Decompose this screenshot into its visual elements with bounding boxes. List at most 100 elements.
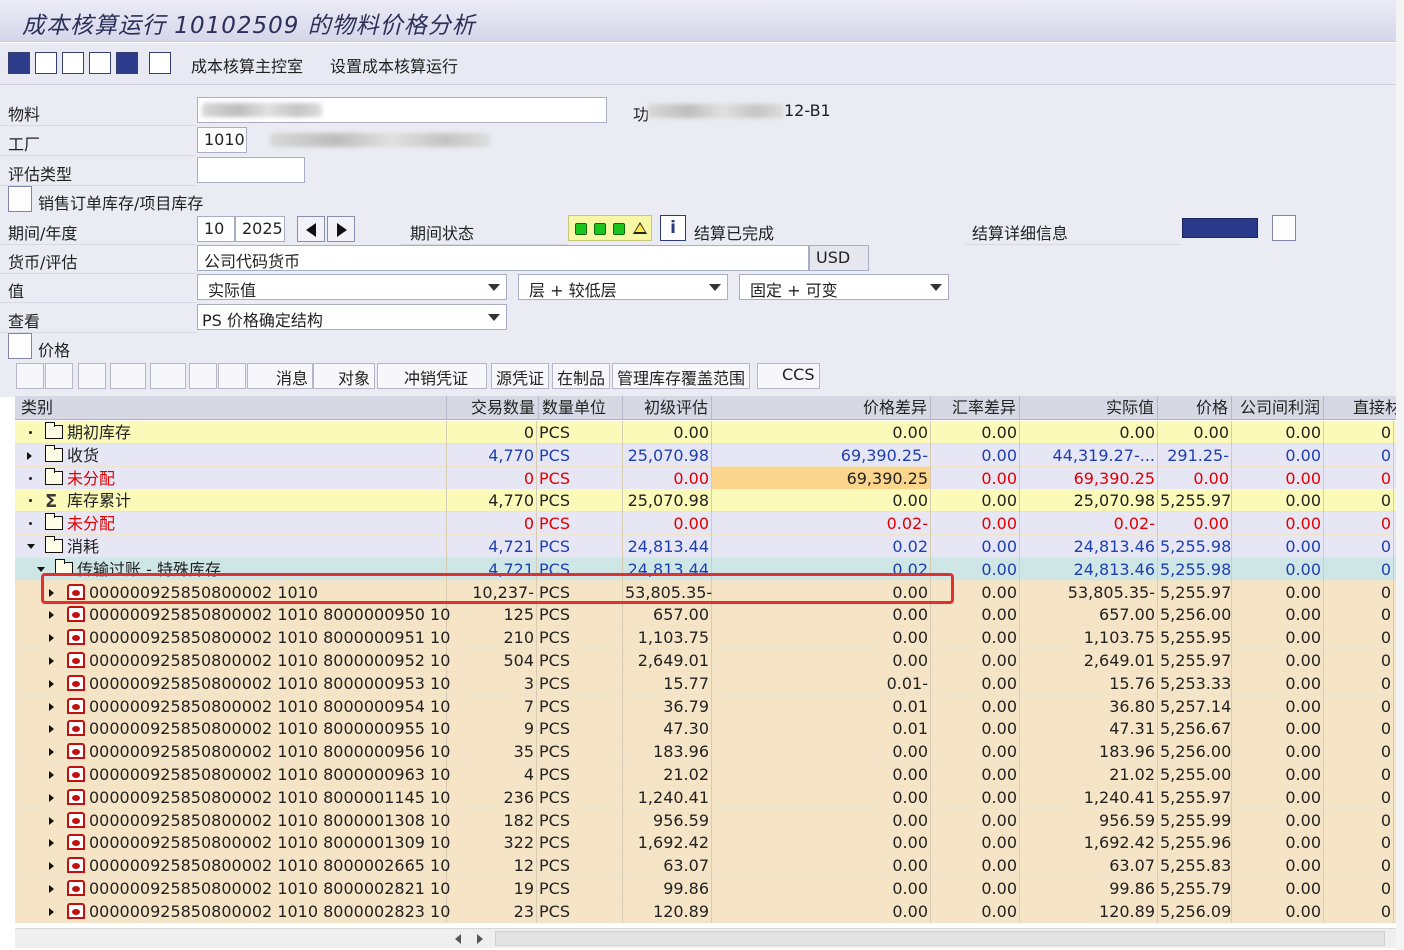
details-icon[interactable] [149, 52, 171, 74]
col-exchange-difference[interactable]: 汇率差异 [931, 396, 1020, 420]
category-cell: 消耗 [15, 535, 447, 558]
col-price-difference[interactable]: 价格差异 [712, 396, 931, 420]
expand-node-icon[interactable] [49, 885, 54, 893]
expand-node-icon[interactable] [49, 588, 54, 597]
table-row[interactable]: 000000925850800002 1010 8000001145 10 236… [15, 785, 1396, 809]
next-period-button[interactable] [327, 216, 355, 242]
expand-node-icon[interactable] [49, 657, 54, 665]
collapse-all-icon[interactable] [45, 363, 73, 389]
print-menu-icon[interactable] [110, 363, 146, 389]
col-price[interactable]: 价格 [1158, 396, 1232, 420]
qty-cell: 4,770 [447, 489, 537, 513]
table-row[interactable]: 000000925850800002 1010 8000002823 10 23 P… [15, 899, 1396, 923]
wip-button[interactable]: 在制品 [552, 363, 611, 389]
col-unit[interactable]: 数量单位 [539, 396, 623, 420]
info-icon[interactable]: i [660, 215, 686, 241]
menu-costing-cockpit[interactable]: 成本核算主控室 [191, 53, 303, 77]
valuation-type-field[interactable] [197, 157, 305, 183]
currency-type-field[interactable]: 公司代码货币 [197, 245, 809, 271]
table-row[interactable]: 收货 4,770 PCS 25,070.98 69,390.25- 0.00 44,319.… [15, 443, 1396, 467]
table-row[interactable]: 000000925850800002 1010 8000001308 10 182… [15, 808, 1396, 832]
expand-node-icon[interactable] [49, 611, 54, 620]
scroll-left-icon[interactable] [455, 934, 461, 944]
hierarchy-icon[interactable] [62, 52, 84, 74]
view-select[interactable]: PS 价格确定结构 [197, 304, 507, 330]
col-actual-value[interactable]: 实际值 [1020, 396, 1158, 420]
list-icon[interactable] [35, 52, 57, 74]
hierarchy-icon[interactable] [218, 363, 246, 389]
table-row[interactable]: 000000925850800002 1010 8000000954 10 7 PC… [15, 694, 1396, 718]
icprofit-cell: 0.00 [1232, 671, 1324, 695]
table-row[interactable]: 000000925850800002 1010 8000000952 10 504… [15, 649, 1396, 672]
save-icon[interactable] [78, 363, 106, 389]
source-document-button[interactable]: 源凭证 [491, 363, 550, 389]
refresh-icon[interactable] [8, 52, 30, 74]
year-field[interactable]: 2025 [235, 216, 285, 242]
material-field[interactable] [197, 97, 607, 123]
price-cell: 5,255.97 [1160, 580, 1232, 604]
table-row[interactable]: 000000925850800002 1010 8000000953 10 3 PC… [15, 671, 1396, 695]
ccs-button[interactable]: CCS [757, 363, 820, 389]
expand-node-icon[interactable] [49, 679, 54, 688]
expand-node-icon[interactable] [49, 793, 54, 802]
col-direct-material[interactable]: 直接材 [1324, 396, 1396, 420]
stock-coverage-button[interactable]: 管理库存覆盖范围 [612, 363, 751, 389]
messages-button[interactable]: 消息 [247, 363, 314, 389]
table-row[interactable]: 期初库存 0 PCS 0.00 0.00 0.00 0.00 0.00 0.00 0 [15, 421, 1396, 444]
expand-node-icon[interactable] [27, 451, 32, 460]
print-icon[interactable] [89, 52, 111, 74]
layout-menu-icon[interactable] [150, 363, 186, 389]
table-row[interactable]: 未分配 0 PCS 0.00 0.02- 0.00 0.02- 0.00 0.00 0 [15, 512, 1396, 536]
period-field[interactable]: 10 [197, 216, 235, 242]
table-row[interactable]: 000000925850800002 1010 8000000951 10 210… [15, 626, 1396, 650]
table-row[interactable]: 000000925850800002 1010 8000000956 10 35 P… [15, 740, 1396, 764]
col-intercompany-profit[interactable]: 公司间利润 [1232, 396, 1324, 420]
grid-icon[interactable] [116, 52, 138, 74]
menu-setup-costing-run[interactable]: 设置成本核算运行 [330, 53, 458, 77]
table-row[interactable]: 000000925850800002 1010 8000000955 10 9 PC… [15, 717, 1396, 741]
save-layout-icon[interactable] [1272, 215, 1296, 241]
value-select[interactable]: 实际值 [197, 274, 507, 300]
expand-node-icon[interactable] [49, 862, 54, 871]
table-row[interactable]: Σ 库存累计 4,770 PCS 25,070.98 0.00 0.00 25,070.98 5… [15, 489, 1396, 513]
horizontal-scrollbar[interactable] [15, 928, 1396, 948]
qty-cell: 210 [447, 626, 537, 650]
find-icon[interactable] [189, 363, 217, 389]
expand-node-icon[interactable] [49, 748, 54, 757]
plant-field[interactable]: 1010 [197, 127, 247, 153]
scroll-right-icon[interactable] [477, 934, 483, 944]
table-row[interactable]: 消耗 4,721 PCS 24,813.44 0.02 0.00 24,813.46 5,25… [15, 535, 1396, 558]
reversal-document-button[interactable]: 冲销凭证 [377, 363, 487, 389]
table-row[interactable]: 未分配 0 PCS 0.00 69,390.25 0.00 69,390.25 0.00 0.0… [15, 466, 1396, 490]
table-row[interactable]: 000000925850800002 1010 8000000950 10 125… [15, 603, 1396, 627]
expand-node-icon[interactable] [49, 839, 54, 848]
scroll-thumb[interactable] [495, 931, 1385, 946]
price-cell: 0.00 [1158, 512, 1232, 536]
col-category[interactable]: 类别 [15, 396, 447, 420]
table-row[interactable]: 000000925850800002 1010 8000001309 10 322… [15, 831, 1396, 855]
fixed-variable-select[interactable]: 固定 + 可变 [739, 274, 949, 300]
expand-node-icon[interactable] [49, 634, 54, 643]
object-button[interactable]: 对象 [313, 363, 376, 389]
expand-all-icon[interactable] [16, 363, 44, 389]
table-row[interactable]: 000000925850800002 1010 8000002821 10 19 P… [15, 877, 1396, 900]
settlement-detail-icons[interactable] [1182, 218, 1258, 238]
table-row[interactable]: 000000925850800002 1010 8000002665 10 12 P… [15, 854, 1396, 878]
category-cell: 000000925850800002 1010 8000000955 10 [15, 717, 450, 741]
table-row[interactable]: 000000925850800002 1010 8000000963 10 4 PC… [15, 763, 1396, 786]
expand-node-icon[interactable] [49, 702, 54, 711]
collapse-node-icon[interactable] [27, 544, 35, 549]
expand-node-icon[interactable] [49, 907, 54, 916]
col-quantity[interactable]: 交易数量 [447, 396, 539, 420]
expand-node-icon[interactable] [49, 816, 54, 825]
table-row[interactable]: 000000925850800002 1010 10,237- PCS 53,805.… [15, 580, 1396, 604]
folder-toggle-icon[interactable] [8, 186, 32, 212]
previous-period-button[interactable] [297, 216, 325, 242]
expand-node-icon[interactable] [49, 771, 54, 779]
price-section-toggle-icon[interactable] [8, 333, 32, 359]
expand-node-icon[interactable] [49, 725, 54, 734]
layer-select[interactable]: 层 + 较低层 [518, 274, 728, 300]
col-prelim-valuation[interactable]: 初级评估 [623, 396, 712, 420]
collapse-node-icon[interactable] [37, 566, 45, 572]
table-row[interactable]: 传输过账 - 特殊库存 4,721 PCS 24,813.44 0.02 0.00 24,8… [15, 557, 1396, 581]
